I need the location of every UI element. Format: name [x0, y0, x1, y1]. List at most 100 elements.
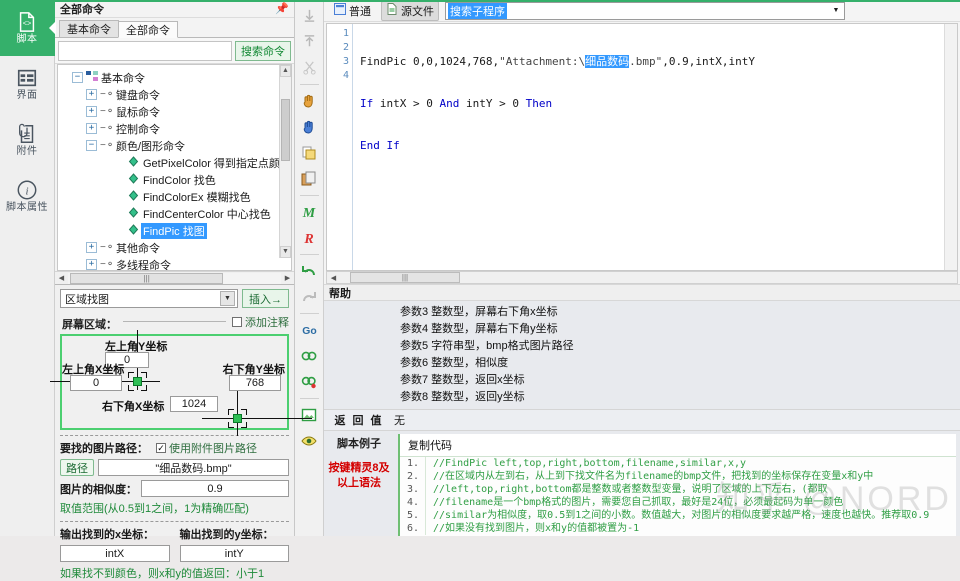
tree-vertical-scrollbar[interactable]: ▲ ▼	[279, 65, 291, 258]
help-return-row: 返 回 值 无	[324, 409, 960, 430]
scroll-thumb[interactable]: |||	[70, 273, 223, 284]
tree-expander-icon[interactable]: −	[72, 72, 83, 83]
record-icon[interactable]: R	[298, 226, 321, 249]
svg-text:R: R	[303, 232, 313, 246]
move-up-icon[interactable]	[298, 30, 321, 53]
sidebar-item-script[interactable]: <> 脚本	[0, 0, 55, 56]
pin-icon[interactable]: 📌	[275, 2, 289, 15]
output-y-input[interactable]: intY	[180, 545, 290, 562]
find-icon[interactable]	[298, 344, 321, 367]
tree-item[interactable]: + −⚬ 其他命令	[62, 239, 289, 256]
scroll-left-button[interactable]: ◀	[327, 274, 340, 282]
view-normal-button[interactable]: 普通	[330, 2, 375, 20]
tree-expander-icon[interactable]: +	[86, 123, 97, 134]
undo-icon[interactable]	[298, 259, 321, 282]
bottom-right-x-input[interactable]: 1024	[170, 396, 218, 412]
tab-all-commands[interactable]: 全部命令	[118, 21, 178, 38]
sample-code-line: 3.//left,top,right,bottom都是整数或者整数型变量，说明了…	[400, 483, 956, 496]
copy-icon[interactable]	[298, 141, 321, 164]
tree-expander-icon[interactable]: +	[86, 89, 97, 100]
tree-expander-icon[interactable]: +	[86, 242, 97, 253]
subroutine-select[interactable]: 搜索子程序 ▼	[445, 2, 845, 20]
divider	[60, 435, 289, 436]
search-command-button[interactable]: 搜索命令	[235, 41, 291, 61]
sidebar-item-attachment[interactable]: 附件	[0, 112, 55, 168]
tree-item[interactable]: FindColorEx 模糊找色	[62, 188, 289, 205]
copy-code-label: 复制代码	[408, 440, 452, 452]
tree-item[interactable]: FindColor 找色	[62, 171, 289, 188]
checkbox-box[interactable]: ✓	[156, 443, 166, 453]
command-type-select[interactable]: 区域找图 ▼	[60, 289, 238, 308]
cut-icon[interactable]	[298, 56, 321, 79]
tree-item[interactable]: + −⚬ 多线程命令	[62, 256, 289, 271]
paste-icon[interactable]	[298, 167, 321, 190]
code-line[interactable]: FindPic 0,0,1024,768,"Attachment:\细品数码.b…	[360, 55, 957, 69]
output-x-input[interactable]: intX	[60, 545, 170, 562]
toolbar-divider	[300, 398, 319, 399]
tree-item[interactable]: − 基本命令	[62, 69, 289, 86]
scroll-track[interactable]: |||	[340, 272, 957, 283]
hand-icon[interactable]	[298, 89, 321, 112]
path-browse-button[interactable]: 路径	[60, 459, 94, 476]
view-source-button[interactable]: 源文件	[381, 1, 439, 21]
tree-item[interactable]: + −⚬ 鼠标命令	[62, 103, 289, 120]
tree-item-label: FindPic 找图	[141, 223, 207, 239]
search-input[interactable]	[58, 41, 232, 61]
tree-item[interactable]: − −⚬ 颜色/图形命令	[62, 137, 289, 154]
code-line[interactable]: If intX > 0 And intY > 0 Then	[360, 97, 957, 111]
similarity-input[interactable]: 0.9	[141, 480, 289, 497]
hand-blue-icon[interactable]	[298, 115, 321, 138]
parameter-panel: 区域找图 ▼ 插入→ 屏幕区域： 添加注释	[55, 284, 294, 536]
redo-icon[interactable]	[298, 285, 321, 308]
tree-expander-icon[interactable]: +	[86, 106, 97, 117]
tree-horizontal-scrollbar[interactable]: ◀ ||| ▶	[55, 271, 294, 284]
bottom-right-y-input[interactable]: 768	[229, 375, 281, 391]
tree-item-label: 颜色/图形命令	[114, 138, 187, 154]
tab-basic-commands[interactable]: 基本命令	[59, 20, 119, 37]
eye-icon[interactable]	[298, 429, 321, 452]
top-left-drag-handle[interactable]	[133, 377, 142, 386]
scroll-right-button[interactable]: ▶	[281, 274, 294, 282]
bottom-right-x-label: 右下角X坐标	[102, 398, 164, 414]
code-editor[interactable]: 1 2 3 4 FindPic 0,0,1024,768,"Attachment…	[326, 23, 958, 271]
bottom-right-drag-handle[interactable]	[233, 414, 242, 423]
top-left-x-input[interactable]: 0	[70, 375, 122, 391]
scroll-track[interactable]: |||	[68, 273, 281, 284]
tree-expander-icon[interactable]: −	[86, 140, 97, 151]
scroll-thumb[interactable]: |||	[350, 272, 460, 283]
code-line[interactable]	[360, 181, 957, 195]
copy-code-button[interactable]: 复制代码	[400, 434, 956, 457]
editor-horizontal-scrollbar[interactable]: ◀ |||	[326, 271, 958, 284]
goto-icon[interactable]: Go	[298, 318, 321, 341]
tree-item[interactable]: FindCenterColor 中心找色	[62, 205, 289, 222]
help-parameter: 参数3 整数型，屏幕右下角x坐标	[394, 304, 960, 321]
sidebar-item-script-properties[interactable]: i 脚本属性	[0, 168, 55, 224]
use-attachment-checkbox[interactable]: ✓ 使用附件图片路径	[156, 440, 257, 456]
tree-item-findpic[interactable]: FindPic 找图	[62, 222, 289, 239]
tree-item[interactable]: + −⚬ 控制命令	[62, 120, 289, 137]
screen-region-widget[interactable]: 左上角Y坐标 0 左上角X坐标 0 右下角Y坐标 768 右下角X坐标 1024	[60, 334, 289, 430]
scroll-left-button[interactable]: ◀	[55, 274, 68, 282]
scroll-thumb[interactable]	[281, 99, 290, 161]
checkbox-box[interactable]	[232, 317, 242, 327]
find-replace-icon[interactable]	[298, 370, 321, 393]
move-down-icon[interactable]	[298, 4, 321, 27]
tree-item[interactable]: + −⚬ 键盘命令	[62, 86, 289, 103]
scroll-up-button[interactable]: ▲	[280, 65, 291, 77]
image-capture-icon[interactable]	[298, 403, 321, 426]
image-path-input[interactable]: "细品数码.bmp"	[98, 459, 289, 476]
code-line[interactable]: End If	[360, 139, 957, 153]
chevron-down-icon[interactable]: ▼	[220, 291, 235, 306]
run-icon[interactable]: M	[298, 200, 321, 223]
tree-item[interactable]: GetPixelColor 得到指定点颜色	[62, 154, 289, 171]
editor-vertical-scrollbar[interactable]	[944, 24, 957, 270]
code-text[interactable]: FindPic 0,0,1024,768,"Attachment:\细品数码.b…	[354, 24, 957, 223]
tree-expander-icon[interactable]: +	[86, 259, 97, 270]
scroll-down-button[interactable]: ▼	[280, 246, 291, 258]
command-tree[interactable]: − 基本命令 + −⚬ 键盘命令 + −⚬ 鼠标命令 +	[57, 64, 292, 271]
sidebar-item-script-properties-label: 脚本属性	[6, 203, 48, 213]
chevron-down-icon[interactable]: ▼	[829, 7, 843, 14]
insert-button[interactable]: 插入→	[242, 289, 289, 308]
sidebar-item-ui[interactable]: 界面	[0, 56, 55, 112]
add-comment-checkbox[interactable]: 添加注释	[232, 314, 289, 330]
